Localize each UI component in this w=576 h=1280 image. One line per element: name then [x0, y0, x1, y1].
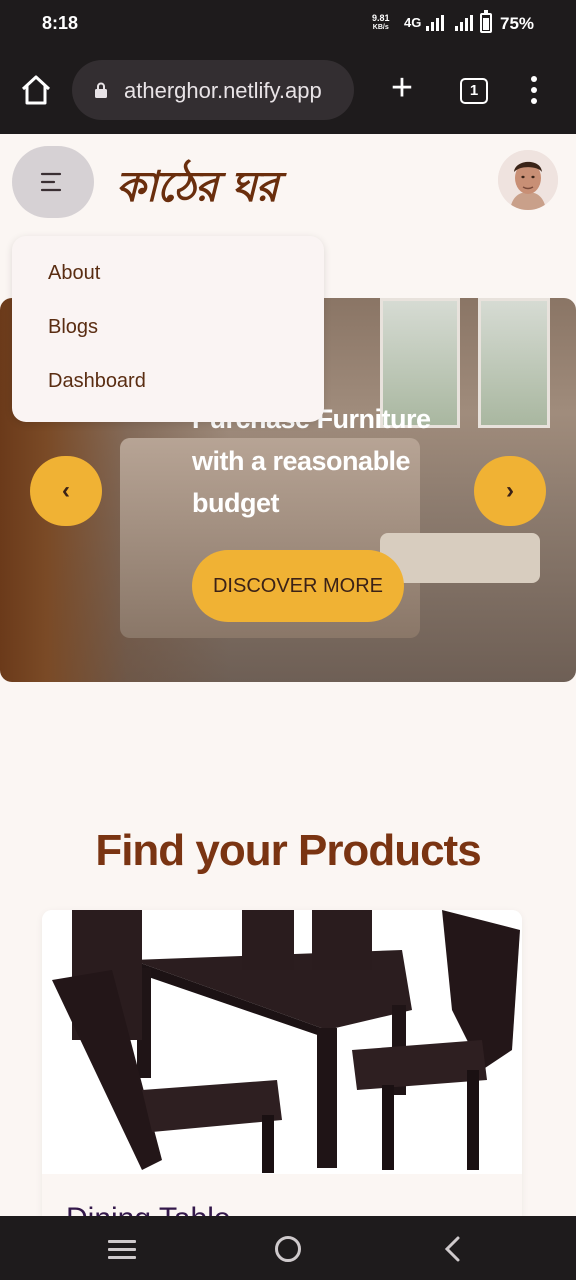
product-card[interactable]: Dining Table: [42, 910, 522, 1230]
battery-icon: [480, 10, 492, 33]
hero-bench-image: [380, 533, 540, 583]
menu-item-blogs[interactable]: Blogs: [48, 316, 98, 339]
nav-dropdown: About Blogs Dashboard: [12, 236, 324, 422]
new-tab-button[interactable]: +: [384, 69, 420, 108]
browser-toolbar: atherghor.netlify.app + 1: [0, 48, 576, 134]
network-speed: 9.81 KB/s: [372, 14, 390, 32]
home-circle-icon[interactable]: [275, 1236, 301, 1262]
url-text: atherghor.netlify.app: [124, 78, 322, 103]
menu-item-about[interactable]: About: [48, 262, 100, 285]
more-menu-icon[interactable]: [526, 76, 542, 106]
signal-icon: [426, 15, 444, 31]
address-bar[interactable]: atherghor.netlify.app: [72, 60, 354, 120]
network-type: 4G: [404, 15, 422, 30]
system-nav-bar: [0, 1216, 576, 1280]
status-time: 8:18: [42, 13, 79, 33]
avatar[interactable]: [498, 150, 558, 210]
product-image: [42, 910, 522, 1174]
hero-window-2: [478, 298, 550, 428]
carousel-prev-button[interactable]: ‹: [30, 456, 102, 526]
site-logo[interactable]: কাঠের ঘর: [116, 154, 279, 225]
home-icon[interactable]: [18, 72, 54, 108]
menu-item-dashboard[interactable]: Dashboard: [48, 370, 146, 393]
menu-icon: [40, 172, 62, 192]
hamburger-menu-button[interactable]: [12, 146, 94, 218]
discover-more-button[interactable]: DISCOVER MORE: [192, 550, 404, 622]
signal-icon-2: [455, 15, 473, 31]
lock-icon: [95, 82, 107, 98]
tab-switcher-button[interactable]: 1: [460, 78, 488, 104]
status-bar: 8:18 9.81 KB/s 4G 75%: [0, 0, 576, 48]
carousel-next-button[interactable]: ›: [474, 456, 546, 526]
back-icon[interactable]: [440, 1234, 466, 1264]
network-speed-unit: KB/s: [372, 24, 389, 31]
network-speed-value: 9.81: [372, 13, 390, 23]
battery-percent: 75%: [500, 14, 535, 33]
products-section-title: Find your Products: [95, 826, 481, 875]
recent-apps-icon[interactable]: [108, 1240, 136, 1264]
